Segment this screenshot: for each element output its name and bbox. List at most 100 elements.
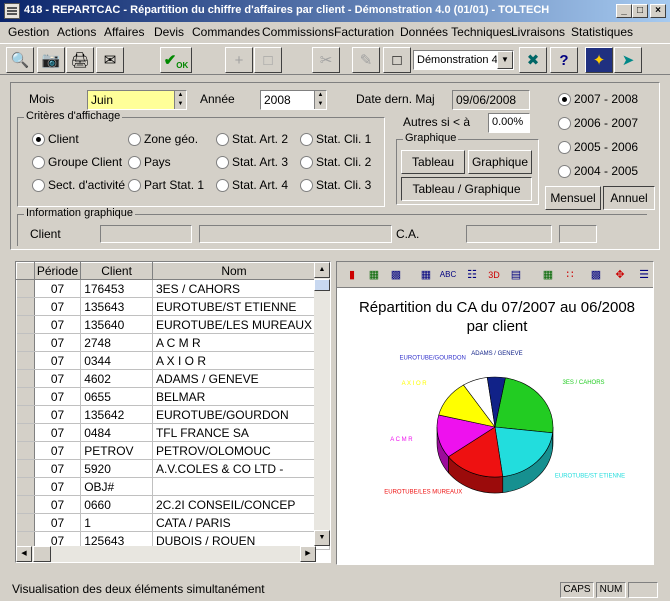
row-selector[interactable] — [16, 441, 35, 460]
menu-devis[interactable]: Devis — [154, 25, 184, 39]
table-row[interactable]: 07 1 CATA / PARIS — [16, 513, 330, 532]
table-row[interactable]: 071764533ES / CAHORS2 — [16, 279, 330, 298]
gridlines-icon[interactable]: ☷ — [463, 266, 481, 284]
tableau-button[interactable]: Tableau — [401, 150, 465, 174]
mensuel-button[interactable]: Mensuel — [545, 186, 601, 210]
radio-stat-art-4[interactable]: Stat. Art. 4 — [216, 178, 288, 192]
cut-icon[interactable]: ✂ — [312, 47, 340, 73]
menu-livraisons[interactable]: Livraisons — [511, 25, 565, 39]
preview-icon[interactable]: 🔍 — [6, 47, 34, 73]
mail-icon[interactable]: ✉ — [96, 47, 124, 73]
radio-stat-art-2[interactable]: Stat. Art. 2 — [216, 132, 288, 146]
pattern-icon[interactable]: ▦ — [539, 266, 557, 284]
row-selector[interactable] — [16, 495, 35, 514]
table-row[interactable]: 07 0484 TFL FRANCE SA — [16, 423, 330, 442]
exit-icon[interactable]: ➤ — [614, 47, 642, 73]
annee-field[interactable]: 2008 ▲ ▼ — [260, 90, 327, 110]
row-selector[interactable] — [16, 459, 35, 478]
radio-sect-activite[interactable]: Sect. d'activité — [32, 178, 125, 192]
menu-commandes[interactable]: Commandes — [192, 25, 260, 39]
edit-icon[interactable]: ✎ — [352, 47, 380, 73]
row-selector[interactable] — [16, 369, 35, 388]
row-selector[interactable] — [16, 351, 35, 370]
blank-page-icon[interactable]: □ — [383, 47, 411, 73]
radio-stat-art-3[interactable]: Stat. Art. 3 — [216, 155, 288, 169]
table-row[interactable]: 07 0655 BELMAR — [16, 387, 330, 406]
company-select[interactable]: Démonstration 4 ▼ — [413, 50, 514, 70]
scroll-thumb[interactable] — [314, 279, 330, 291]
grid-table-icon[interactable]: ▦ — [417, 266, 435, 284]
col-header-client[interactable]: Client — [80, 262, 153, 280]
radio-zone-geo[interactable]: Zone géo. — [128, 132, 198, 146]
autres-field[interactable]: 0.00% — [488, 113, 530, 133]
radio-period-2007-2008[interactable]: 2007 - 2008 — [558, 92, 638, 106]
row-selector[interactable] — [16, 477, 35, 496]
table-row[interactable]: 072748A C M R1 — [16, 333, 330, 352]
table-row[interactable]: 07135640EUROTUBE/LES MUREAUX1 — [16, 315, 330, 334]
scroll-right-icon[interactable]: ▶ — [300, 546, 316, 562]
stacked-bar-icon[interactable]: ▩ — [387, 266, 405, 284]
scatter-icon[interactable]: ∷ — [561, 266, 579, 284]
radio-pays[interactable]: Pays — [128, 155, 171, 169]
radio-period-2006-2007[interactable]: 2006 - 2007 — [558, 116, 638, 130]
minimize-button[interactable]: _ — [616, 4, 632, 18]
data-table-icon[interactable]: ▤ — [507, 266, 525, 284]
app-icon[interactable] — [4, 3, 20, 19]
row-selector[interactable] — [16, 297, 35, 316]
table-row[interactable]: 07 135642 EUROTUBE/GOURDON — [16, 405, 330, 424]
move-icon[interactable]: ✥ — [611, 266, 629, 284]
title-bar[interactable]: 418 - REPARTCAC - Répartition du chiffre… — [0, 0, 670, 22]
table-row[interactable]: 07 4602 ADAMS / GENEVE — [16, 369, 330, 388]
scroll-up-icon[interactable]: ▲ — [314, 262, 330, 278]
menu-statistiques[interactable]: Statistiques — [571, 25, 633, 39]
radio-stat-cli-2[interactable]: Stat. Cli. 2 — [300, 155, 371, 169]
row-selector[interactable] — [16, 333, 35, 352]
menu-affaires[interactable]: Affaires — [104, 25, 144, 39]
menu-actions[interactable]: Actions — [57, 25, 96, 39]
mois-field[interactable]: Juin ▲ ▼ — [87, 90, 187, 110]
3d-bar-chart-icon[interactable]: ▦ — [365, 266, 383, 284]
close-button[interactable]: × — [650, 4, 666, 18]
client-table[interactable]: Période Client Nom 071764533ES / CAHORS2… — [15, 261, 331, 563]
row-selector[interactable] — [16, 405, 35, 424]
row-selector[interactable] — [16, 279, 35, 298]
hscroll-thumb[interactable] — [33, 546, 51, 562]
radio-groupe-client[interactable]: Groupe Client — [32, 155, 122, 169]
table-row[interactable]: 07 OBJ# — [16, 477, 330, 496]
palette-icon[interactable]: ▩ — [587, 266, 605, 284]
col-header-nom[interactable]: Nom — [151, 262, 317, 280]
row-selector[interactable] — [16, 387, 35, 406]
menu-commissions[interactable]: Commissions — [262, 25, 334, 39]
col-header-periode[interactable]: Période — [33, 262, 82, 280]
radio-part-stat-1[interactable]: Part Stat. 1 — [128, 178, 204, 192]
printer-icon[interactable]: 🖨 — [66, 47, 94, 73]
tools-icon[interactable]: ✖ — [519, 47, 547, 73]
radio-period-2004-2005[interactable]: 2004 - 2005 — [558, 164, 638, 178]
3d-toggle-icon[interactable]: 3D — [485, 266, 503, 284]
bar-chart-icon[interactable]: ▮ — [343, 266, 361, 284]
table-vertical-scrollbar[interactable]: ▲ ▼ — [314, 262, 330, 546]
tableau-graphique-button[interactable]: Tableau / Graphique — [401, 177, 532, 201]
radio-stat-cli-3[interactable]: Stat. Cli. 3 — [300, 178, 371, 192]
annee-spinner[interactable]: ▲ ▼ — [314, 91, 326, 109]
help-icon[interactable]: ? — [550, 47, 578, 73]
table-row[interactable]: 07 PETROV PETROV/OLOMOUC — [16, 441, 330, 460]
add-icon[interactable]: + — [225, 47, 253, 73]
menu-facturation[interactable]: Facturation — [334, 25, 394, 39]
labels-icon[interactable]: ABC — [439, 266, 457, 284]
table-row[interactable]: 07 0660 2C.2I CONSEIL/CONCEP — [16, 495, 330, 514]
graphique-button[interactable]: Graphique — [468, 150, 532, 174]
scroll-down-icon[interactable]: ▼ — [314, 530, 330, 546]
wand-icon[interactable]: ✦ — [585, 47, 613, 73]
annuel-button[interactable]: Annuel — [603, 186, 655, 210]
maximize-button[interactable]: □ — [632, 4, 648, 18]
row-selector[interactable] — [16, 315, 35, 334]
delete-icon[interactable]: □ — [254, 47, 282, 73]
row-selector[interactable] — [16, 423, 35, 442]
menu-gestion[interactable]: Gestion — [8, 25, 49, 39]
table-horizontal-scrollbar[interactable]: ◀ ▶ — [16, 546, 316, 562]
camera-icon[interactable]: 📷 — [37, 47, 65, 73]
table-row[interactable]: 07 5920 A.V.COLES & CO LTD - — [16, 459, 330, 478]
radio-period-2005-2006[interactable]: 2005 - 2006 — [558, 140, 638, 154]
scroll-left-icon[interactable]: ◀ — [16, 546, 32, 562]
